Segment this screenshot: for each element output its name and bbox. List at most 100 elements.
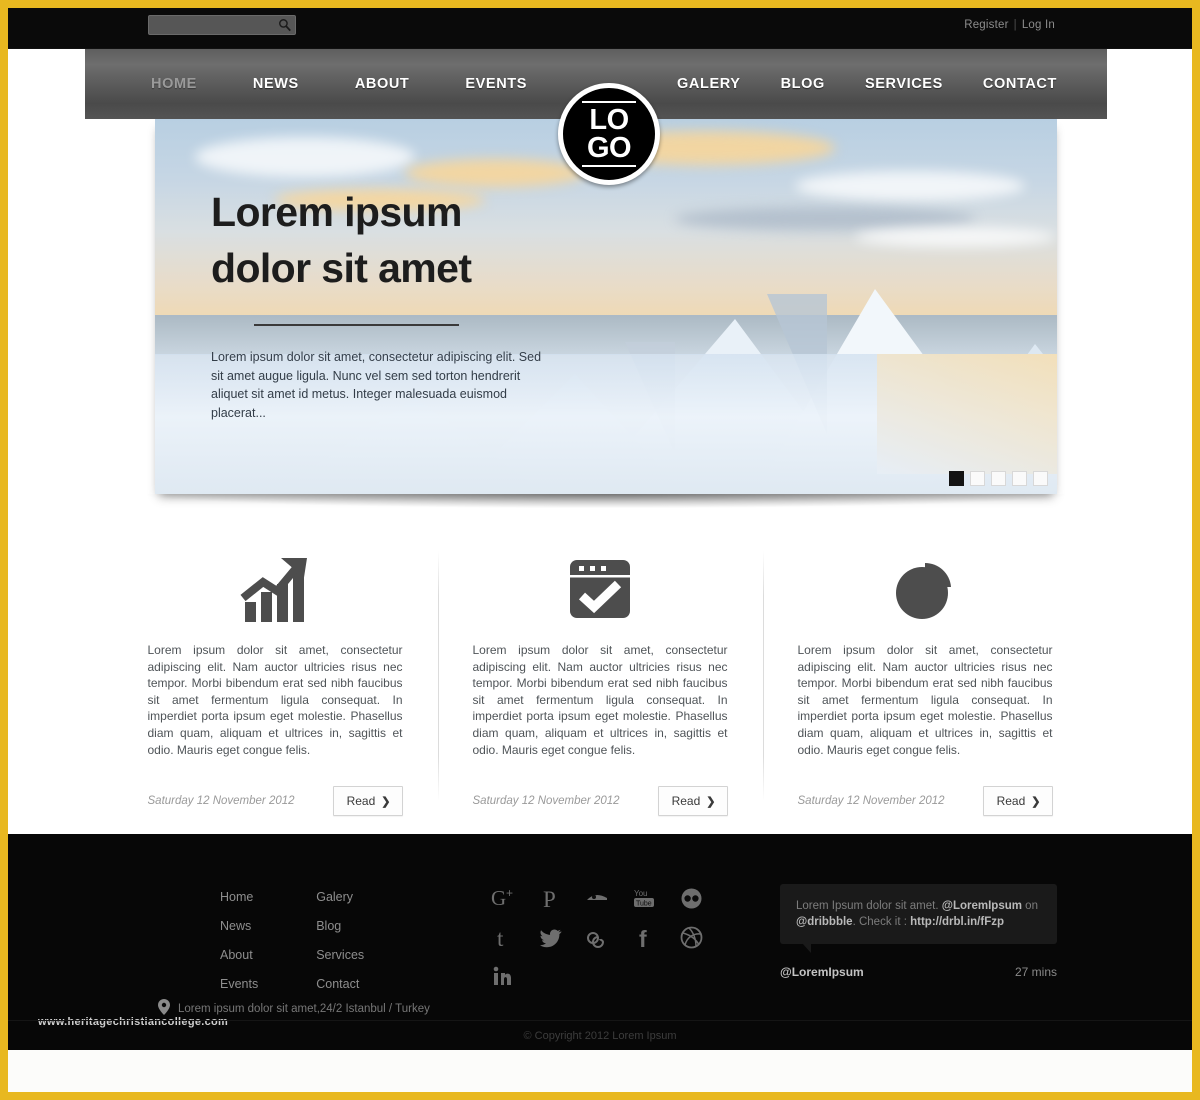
copyright-bar: © Copyright 2012 Lorem Ipsum	[8, 1020, 1192, 1050]
hero-body-text: Lorem ipsum dolor sit amet, consectetur …	[211, 350, 542, 420]
tweet-timestamp: 27 mins	[1014, 965, 1057, 979]
account-links-separator: |	[1013, 19, 1017, 31]
svg-text:P: P	[543, 887, 556, 911]
nav-item-events[interactable]: EVENTS	[465, 76, 527, 92]
footer-nav: Home News About Events Galery Blog Servi…	[220, 890, 364, 991]
nav-item-blog[interactable]: BLOG	[781, 76, 825, 92]
read-button[interactable]: Read ❯	[982, 786, 1053, 817]
nav-item-services[interactable]: SERVICES	[865, 76, 943, 92]
footer-link-about[interactable]: About	[220, 948, 258, 962]
tweet-author[interactable]: @LoremIpsum	[780, 965, 864, 979]
footer-link-news[interactable]: News	[220, 919, 258, 933]
tumblr-icon[interactable]: t	[491, 925, 516, 950]
feature-text: Lorem ipsum dolor sit amet, consectetur …	[147, 643, 403, 757]
feature-text: Lorem ipsum dolor sit amet, consectetur …	[472, 643, 728, 757]
nav-item-about[interactable]: ABOUT	[355, 76, 410, 92]
slider-dot-4[interactable]	[1012, 471, 1027, 486]
tweet-handle-1[interactable]: @LoremIpsum	[942, 900, 1022, 912]
feature-meta: Saturday 12 November 2012 Read ❯	[797, 786, 1053, 817]
youtube-icon[interactable]: You Tube	[632, 886, 657, 911]
slider-dot-2[interactable]	[970, 471, 985, 486]
footer-link-galery[interactable]: Galery	[316, 890, 364, 904]
nav-group-right: GALERY BLOG SERVICES CONTACT	[657, 49, 1107, 119]
read-button-label: Read	[346, 794, 376, 809]
tweet-bubble: Lorem Ipsum dolor sit amet. @LoremIpsum …	[780, 884, 1057, 953]
feature-meta: Saturday 12 November 2012 Read ❯	[147, 786, 403, 817]
dribbble-icon[interactable]	[679, 925, 704, 950]
footer: Home News About Events Galery Blog Servi…	[8, 834, 1192, 1050]
feature-date: Saturday 12 November 2012	[147, 795, 295, 808]
nav-bar-wrapper: HOME NEWS ABOUT EVENTS GALERY BLOG SERVI…	[8, 49, 1192, 185]
slider-pagination	[949, 471, 1048, 486]
feature-column-1: Lorem ipsum dolor sit amet, consectetur …	[147, 537, 403, 817]
logo-rule-top	[582, 101, 636, 103]
tweet-text-3: . Check it :	[852, 916, 907, 928]
login-link[interactable]: Log In	[1022, 19, 1055, 31]
browser-checkmark-icon	[473, 537, 728, 642]
nav-item-news[interactable]: NEWS	[253, 76, 299, 92]
svg-text:t: t	[497, 926, 504, 950]
read-button-label: Read	[671, 794, 701, 809]
page-frame: Register | Log In HOME NEWS ABOUT EVENTS G…	[8, 8, 1192, 1092]
nav-item-galery[interactable]: GALERY	[677, 76, 740, 92]
feature-date: Saturday 12 November 2012	[472, 795, 620, 808]
chevron-right-icon: ❯	[1031, 795, 1041, 808]
svg-text:Tube: Tube	[636, 901, 652, 908]
linkedin-icon[interactable]	[491, 964, 516, 989]
slider-dot-1[interactable]	[949, 471, 964, 486]
facebook-icon[interactable]: f	[632, 925, 657, 950]
social-links: G + P You Tube t f	[491, 886, 721, 989]
footer-link-services[interactable]: Services	[316, 948, 364, 962]
footer-nav-column-1: Home News About Events	[220, 890, 258, 991]
read-button[interactable]: Read ❯	[332, 786, 403, 817]
footer-link-home[interactable]: Home	[220, 890, 258, 904]
feature-meta: Saturday 12 November 2012 Read ❯	[472, 786, 728, 817]
tweet-text-1: Lorem Ipsum dolor sit amet.	[796, 900, 939, 912]
footer-link-events[interactable]: Events	[220, 977, 258, 991]
search-input[interactable]	[149, 16, 271, 34]
svg-text:+: +	[506, 886, 513, 900]
nav-item-contact[interactable]: CONTACT	[983, 76, 1057, 92]
hero-drop-shadow	[148, 494, 1064, 508]
google-plus-icon[interactable]: G +	[491, 886, 516, 911]
register-link[interactable]: Register	[964, 19, 1008, 31]
chevron-right-icon: ❯	[706, 795, 716, 808]
hero-copy: Lorem ipsum dolor sit amet Lorem ipsum d…	[211, 184, 581, 422]
logo[interactable]: LO GO	[558, 83, 660, 185]
logo-text-line2: GO	[586, 132, 632, 164]
hero-title-line1: Lorem ipsum	[211, 189, 462, 235]
search-icon[interactable]	[278, 18, 292, 32]
behance-icon[interactable]	[585, 886, 610, 911]
tweet-link[interactable]: http://drbl.in/fFzp	[910, 916, 1004, 928]
search-box[interactable]	[148, 15, 296, 35]
feature-column-2: Lorem ipsum dolor sit amet, consectetur …	[437, 537, 728, 817]
tweet-handle-2[interactable]: @dribbble	[796, 916, 853, 928]
footer-address-text: Lorem ipsum dolor sit amet,24/2 Istanbul…	[178, 1002, 430, 1015]
feature-text: Lorem ipsum dolor sit amet, consectetur …	[797, 643, 1053, 757]
column-divider	[762, 551, 764, 801]
features-section: Lorem ipsum dolor sit amet, consectetur …	[8, 519, 1192, 834]
read-button[interactable]: Read ❯	[657, 786, 728, 817]
nav-item-home[interactable]: HOME	[151, 76, 197, 92]
svg-text:You: You	[634, 889, 648, 898]
tweet-text-2: on	[1025, 900, 1038, 912]
account-links: Register | Log In	[964, 19, 1055, 31]
logo-rule-bottom	[582, 165, 636, 167]
chevron-right-icon: ❯	[381, 795, 391, 808]
logo-text-line1: LO	[589, 104, 629, 136]
hero-divider	[254, 324, 459, 326]
lastfm-icon[interactable]	[585, 925, 610, 950]
nav-group-left: HOME NEWS ABOUT EVENTS	[85, 49, 555, 119]
feature-date: Saturday 12 November 2012	[797, 795, 945, 808]
footer-link-blog[interactable]: Blog	[316, 919, 364, 933]
twitter-icon[interactable]	[538, 925, 563, 950]
slider-dot-5[interactable]	[1033, 471, 1048, 486]
pinterest-icon[interactable]: P	[538, 886, 563, 911]
latest-tweet: Lorem Ipsum dolor sit amet. @LoremIpsum …	[780, 884, 1057, 979]
feature-column-3: Lorem ipsum dolor sit amet, consectetur …	[762, 537, 1053, 817]
top-bar: Register | Log In	[8, 8, 1192, 49]
copyright-text: © Copyright 2012 Lorem Ipsum	[523, 1029, 677, 1042]
flickr-icon[interactable]	[679, 886, 704, 911]
footer-link-contact[interactable]: Contact	[316, 977, 364, 991]
slider-dot-3[interactable]	[991, 471, 1006, 486]
